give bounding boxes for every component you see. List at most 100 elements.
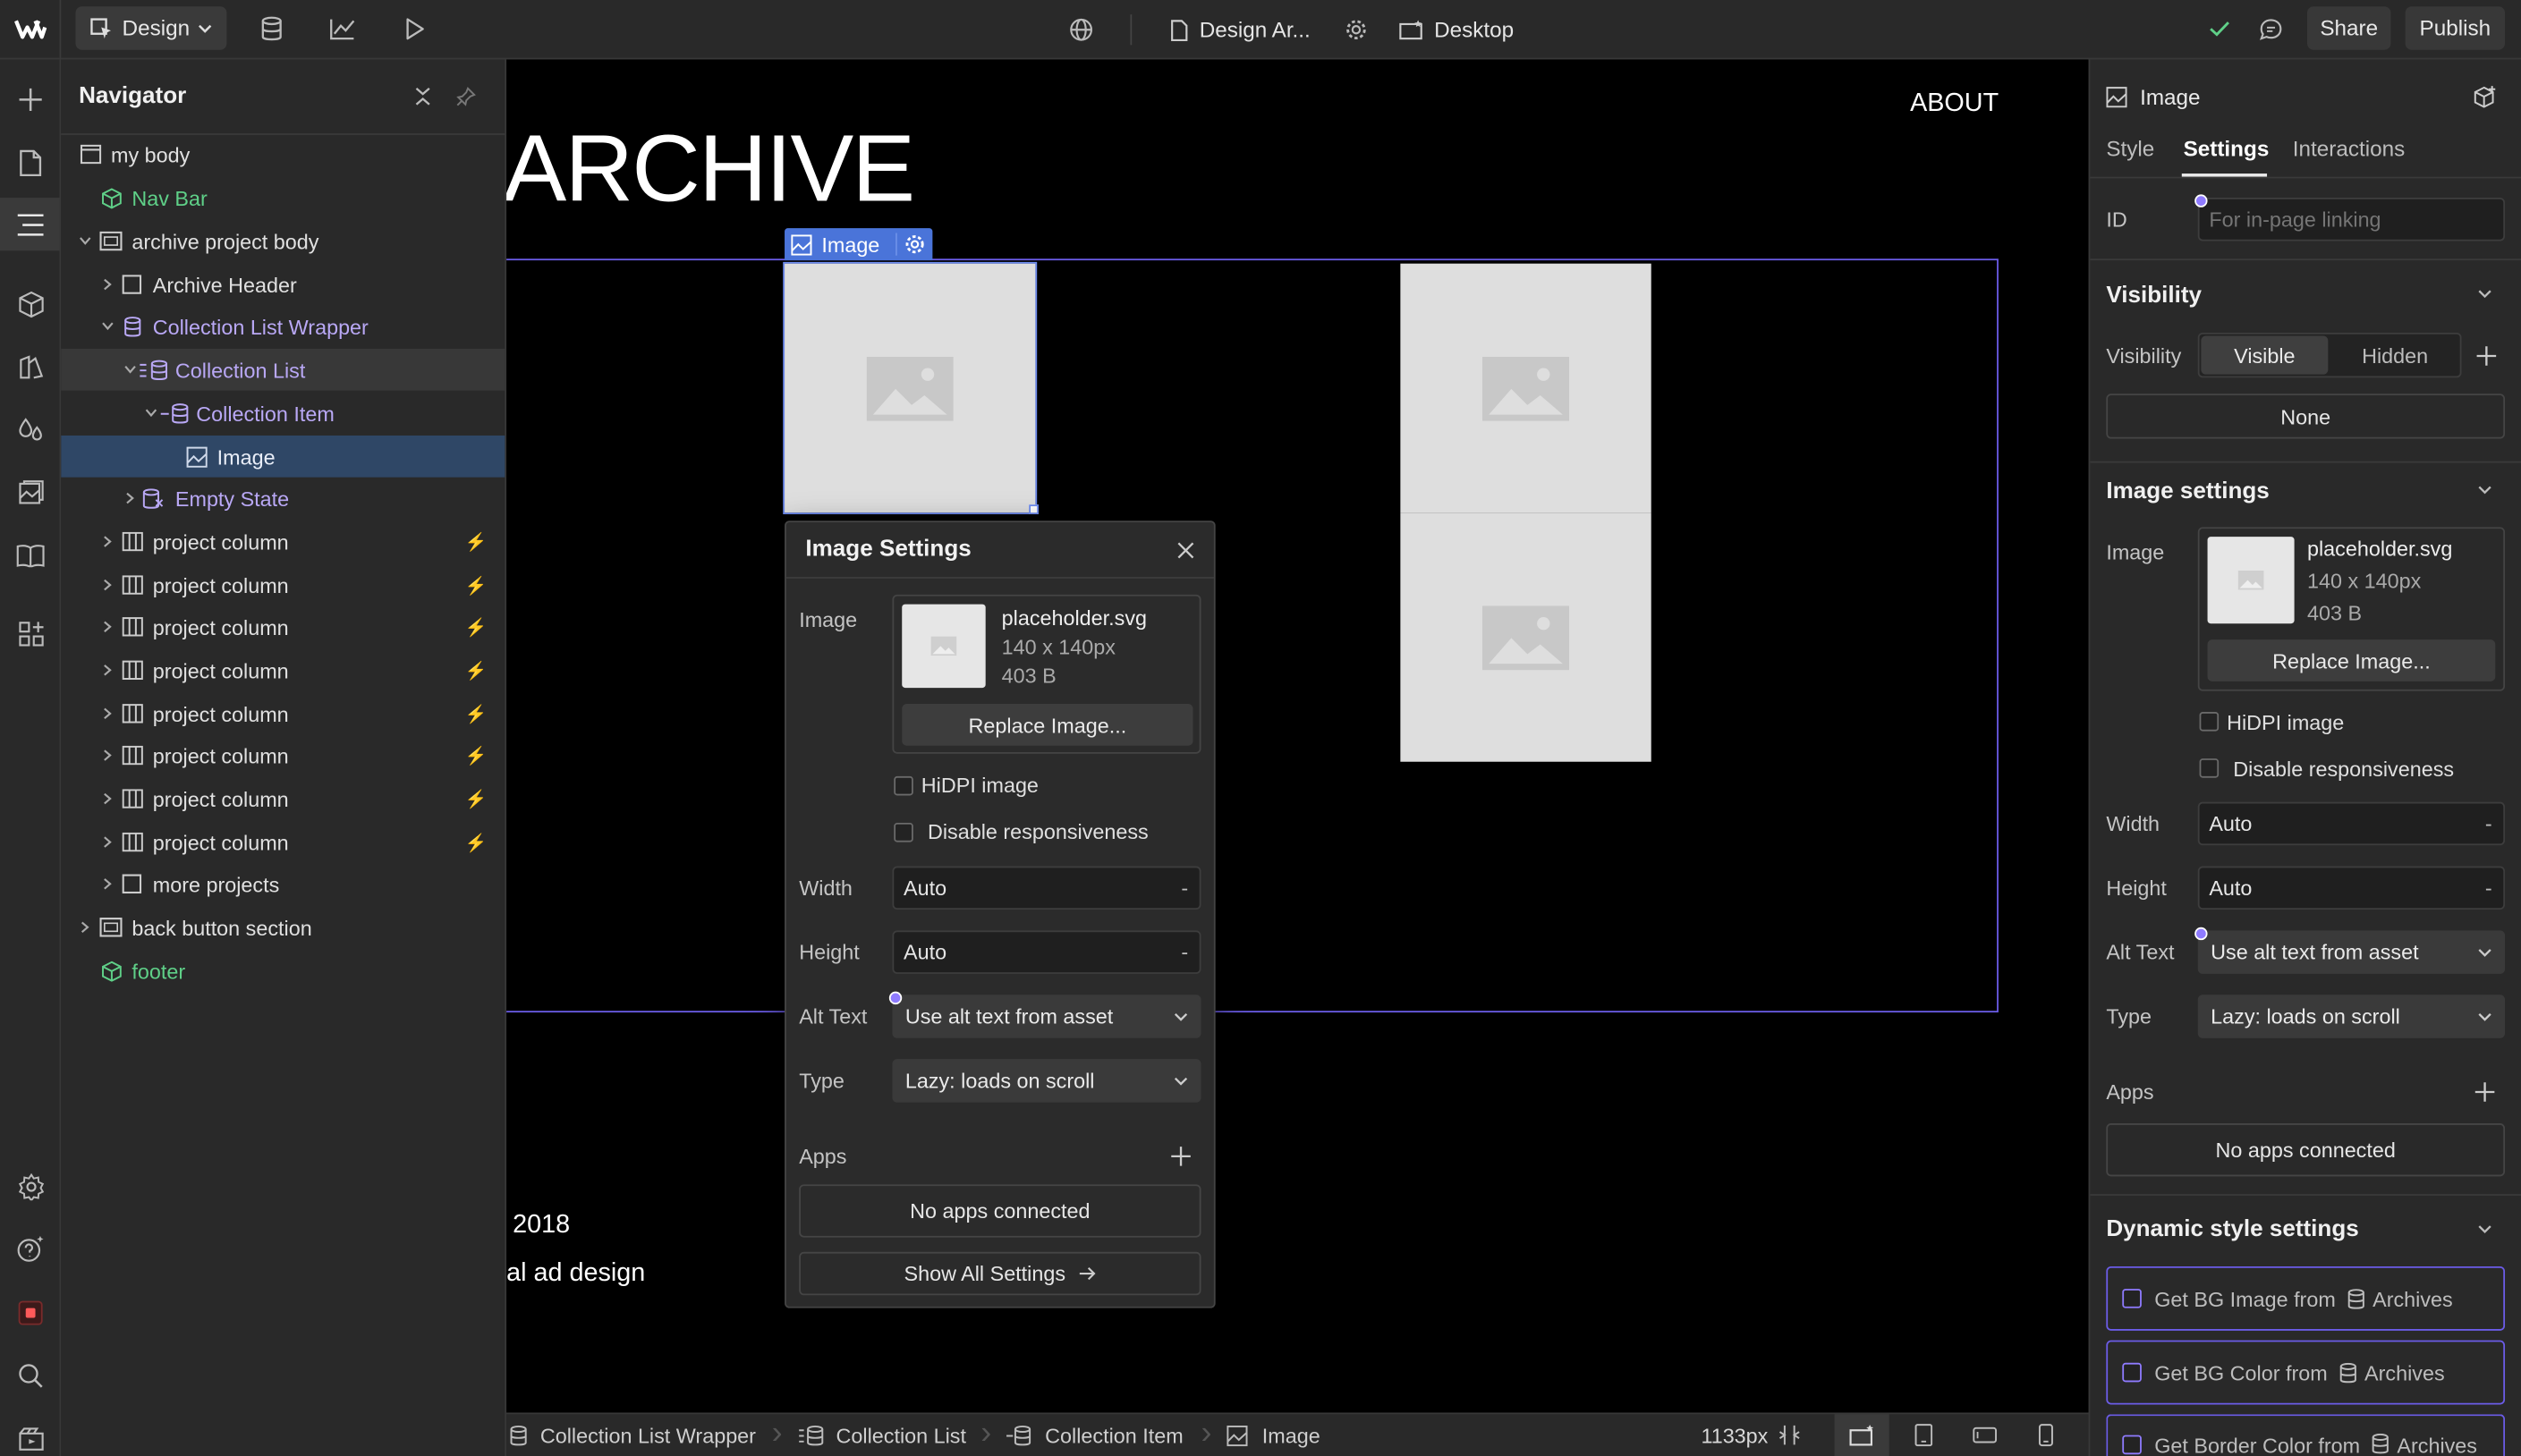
chevron-right-icon[interactable] [98,833,118,852]
disable-responsiveness-checkbox[interactable] [2199,758,2220,778]
chevron-right-icon[interactable] [98,661,118,681]
visibility-section-header[interactable]: Visibility [2106,283,2202,309]
replace-image-button[interactable]: Replace Image... [902,704,1193,746]
chevron-right-icon[interactable] [98,789,118,808]
tablet-icon[interactable] [1910,1422,1936,1448]
globe-icon[interactable] [1065,13,1097,45]
width-input[interactable]: Auto - [2197,801,2506,846]
comments-icon[interactable] [2254,13,2287,45]
loading-type-select[interactable]: Lazy: loads on scroll [2197,995,2506,1038]
chevron-down-icon[interactable] [98,317,118,336]
nav-item-archive-header[interactable]: Archive Header [61,264,505,306]
nav-item-my-body[interactable]: my body [61,133,505,175]
stop-record-icon[interactable] [13,1295,48,1331]
add-elements-plus-icon[interactable] [13,82,48,118]
breakpoint-selector[interactable]: Desktop [1399,14,1514,45]
breadcrumb-item-collection-list[interactable]: Collection List [797,1414,966,1456]
preview-play-icon[interactable] [397,13,433,45]
chevron-right-icon[interactable] [98,532,118,552]
project-year-text[interactable]: : 2018 [506,1212,570,1240]
tab-settings[interactable]: Settings [2184,137,2270,161]
assets-image-icon[interactable] [13,474,48,510]
add-condition-plus-icon[interactable] [2473,343,2499,368]
chevron-right-icon[interactable] [98,704,118,724]
width-adjust-icon[interactable] [1777,1422,1803,1448]
design-canvas[interactable]: ARCHIVE ABOUT Image : 2018 al ad design [506,59,2089,1413]
docs-book-icon[interactable] [13,537,48,572]
dynamic-bg-color-binding[interactable]: Get BG Color from Archives [2106,1340,2506,1405]
nav-item-image-selected[interactable]: Image [61,435,505,478]
replace-image-button[interactable]: Replace Image... [2207,639,2496,681]
component-create-icon[interactable] [2469,82,2498,111]
pin-panel-icon[interactable] [454,82,480,111]
tab-style[interactable]: Style [2106,137,2154,161]
loading-type-select[interactable]: Lazy: loads on scroll [892,1059,1201,1103]
nav-item-back-button-section[interactable]: back button section [61,906,505,948]
nav-item-project-column[interactable]: project column ⚡ [61,649,505,691]
chevron-right-icon[interactable] [75,918,95,937]
nav-item-collection-item[interactable]: Collection Item [61,392,505,434]
video-tutorials-icon[interactable] [13,1420,48,1456]
chevron-down-icon[interactable] [121,360,140,380]
alt-text-select[interactable]: Use alt text from asset [2197,930,2506,974]
style-selectors-icon[interactable] [13,349,48,385]
chevron-down-icon[interactable] [2474,1220,2494,1240]
width-input[interactable]: Auto - [892,866,1201,910]
tab-interactions[interactable]: Interactions [2293,137,2405,161]
analytics-chart-icon[interactable] [325,13,361,45]
collapse-all-icon[interactable] [410,82,436,111]
alt-text-select[interactable]: Use alt text from asset [892,995,1201,1038]
visibility-condition-none[interactable]: None [2106,394,2506,439]
breadcrumb-item-image[interactable]: Image [1227,1414,1320,1456]
design-mode-button[interactable]: Design [75,6,227,50]
about-nav-link[interactable]: ABOUT [1910,90,1999,119]
chevron-down-icon[interactable] [2474,284,2494,304]
components-cube-icon[interactable] [13,286,48,322]
chevron-right-icon[interactable] [98,875,118,894]
chevron-down-icon[interactable] [75,232,95,251]
nav-item-project-column[interactable]: project column ⚡ [61,778,505,820]
webflow-logo-icon[interactable] [13,14,48,43]
nav-item-archive-project-body[interactable]: archive project body [61,220,505,262]
breadcrumb-item-collection-item[interactable]: Collection Item [1005,1414,1184,1456]
page-settings-gear-icon[interactable] [1339,13,1371,45]
bg-color-checkbox[interactable] [2122,1362,2142,1383]
help-sparkle-icon[interactable] [13,1231,48,1266]
chevron-right-icon[interactable] [98,746,118,766]
nav-item-project-column[interactable]: project column ⚡ [61,821,505,863]
nav-item-nav-bar[interactable]: Nav Bar [61,177,505,219]
height-input[interactable]: Auto - [892,930,1201,974]
nav-item-project-column[interactable]: project column ⚡ [61,521,505,563]
bg-image-checkbox[interactable] [2122,1289,2142,1308]
hidden-option[interactable]: Hidden [2362,344,2428,368]
share-button[interactable]: Share [2306,6,2391,50]
nav-item-project-column[interactable]: project column ⚡ [61,564,505,606]
variables-drops-icon[interactable] [13,411,48,447]
breadcrumb-item-collection-list-wrapper[interactable]: Collection List Wrapper [510,1414,756,1456]
pages-icon[interactable] [13,145,48,181]
chevron-down-icon[interactable] [141,403,161,423]
chevron-down-icon[interactable] [2474,480,2494,500]
binding-indicator-dot[interactable] [888,991,903,1005]
element-settings-gear-icon[interactable] [896,233,926,256]
image-placeholder[interactable] [1400,512,1651,762]
nav-item-empty-state[interactable]: Empty State [61,478,505,520]
dynamic-style-section-header[interactable]: Dynamic style settings [2106,1216,2358,1242]
navigator-layers-icon[interactable] [13,207,48,243]
visible-option[interactable]: Visible [2201,335,2329,375]
dynamic-border-color-binding[interactable]: Get Border Color from Archives [2106,1414,2506,1456]
image-placeholder-selected[interactable] [783,261,1038,515]
nav-item-collection-list[interactable]: Collection List [61,348,505,391]
chevron-right-icon[interactable] [98,617,118,637]
nav-item-collection-list-wrapper[interactable]: Collection List Wrapper [61,305,505,347]
nav-item-more-projects[interactable]: more projects [61,863,505,905]
close-icon[interactable] [1172,537,1198,563]
page-selector[interactable]: Design Ar... [1170,14,1311,45]
nav-item-project-column[interactable]: project column ⚡ [61,692,505,734]
resize-handle[interactable] [1029,504,1039,515]
apps-grid-icon[interactable] [13,615,48,651]
image-settings-section-header[interactable]: Image settings [2106,478,2269,504]
show-all-settings-button[interactable]: Show All Settings [799,1251,1201,1296]
selected-element-tag[interactable]: Image [785,228,933,261]
page-heading[interactable]: ARCHIVE [506,114,915,224]
